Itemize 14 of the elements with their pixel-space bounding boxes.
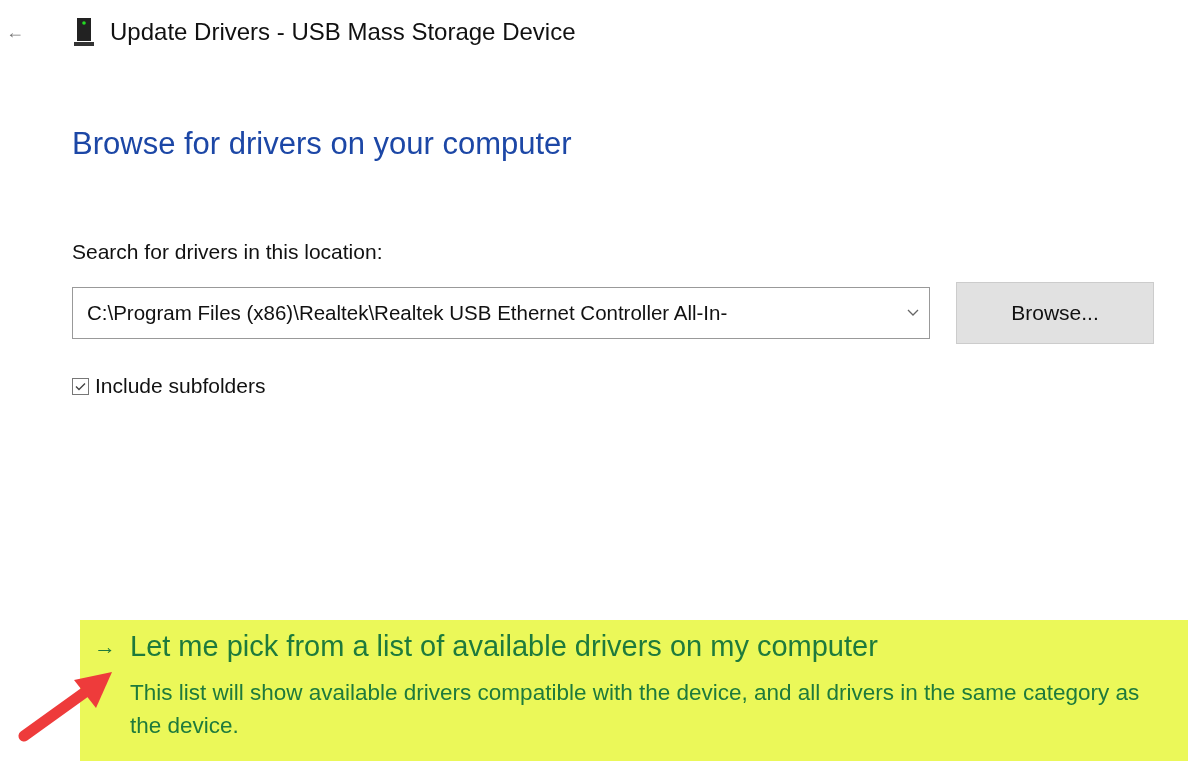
drive-icon (74, 18, 94, 46)
location-field[interactable]: C:\Program Files (x86)\Realtek\Realtek USB Ethernet Controller All-In- (72, 287, 930, 339)
window-title: Update Drivers - USB Mass Storage Device (110, 18, 576, 46)
pick-driver-link[interactable]: Let me pick from a list of available drivers on my computer (130, 630, 1174, 672)
back-button[interactable]: ← (6, 21, 74, 43)
page-heading: Browse for drivers on your computer (72, 126, 573, 162)
browse-button[interactable]: Browse... (956, 282, 1154, 344)
checkbox-label: Include subfolders (95, 374, 266, 398)
arrow-glyph: → (94, 634, 117, 661)
chevron-down-icon (907, 309, 919, 317)
checkbox[interactable] (72, 377, 89, 395)
pick-description: This list will show available drivers compatible with the device, and all drivers in the same category as the device. (130, 679, 1141, 740)
location-label: Search for drivers in this location: (72, 240, 384, 264)
check-icon (75, 381, 86, 391)
